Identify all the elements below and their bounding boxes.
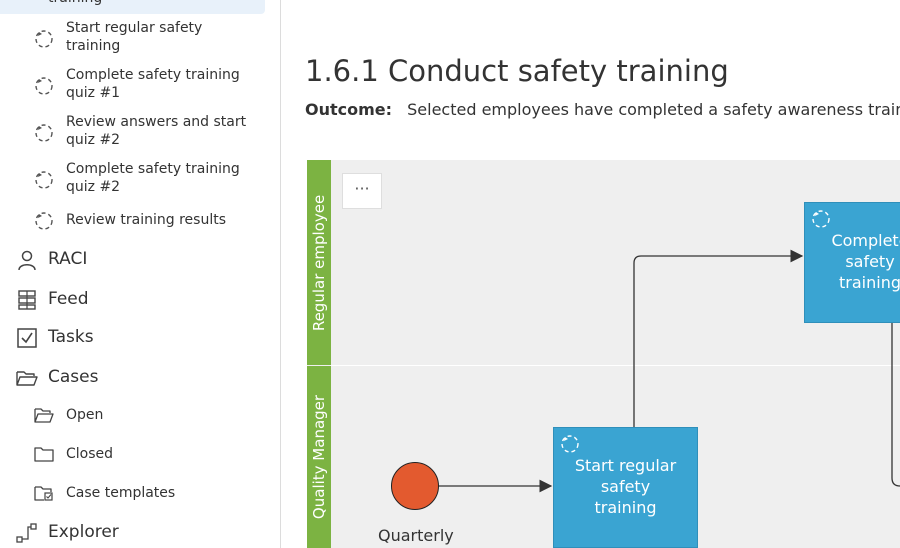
sidebar-item-complete-quiz-1[interactable]: Complete safety training quiz #1 (0, 67, 270, 105)
outcome-label: Outcome: (305, 100, 393, 119)
start-event[interactable] (391, 462, 439, 510)
sidebar: training Start regular safety training C… (0, 0, 281, 548)
sidebar-selected-item[interactable] (0, 0, 265, 14)
sidebar-item-label: Complete safety training quiz #1 (66, 67, 240, 101)
sidebar-item-review-training-results[interactable]: Review training results (0, 211, 270, 233)
sidebar-item-label: Tasks (48, 327, 94, 347)
subprocess-loop-icon (35, 77, 53, 95)
subprocess-loop-icon (561, 435, 579, 453)
task-start-regular-safety-training[interactable]: Start regular safety training (553, 427, 698, 548)
sidebar-item-cases[interactable]: Cases (0, 362, 270, 392)
explorer-icon (16, 523, 37, 543)
folder-icon (34, 447, 54, 462)
outcome-text: Selected employees have completed a safe… (407, 100, 900, 119)
sidebar-item-label: Case templates (66, 485, 176, 501)
flow-task-to-quiz (633, 249, 804, 428)
sidebar-selected-item-label: training (48, 0, 102, 6)
sidebar-item-label: Open (66, 407, 104, 423)
flow-quiz-down (891, 322, 900, 487)
page-title: 1.6.1 Conduct safety training (305, 54, 729, 88)
sidebar-item-cases-open[interactable]: Open (0, 402, 270, 428)
person-icon (18, 250, 36, 271)
sidebar-item-case-templates[interactable]: Case templates (0, 480, 270, 506)
sidebar-item-label: Cases (48, 367, 99, 387)
sidebar-item-label: Feed (48, 289, 89, 309)
sidebar-item-label: RACI (48, 249, 88, 269)
sidebar-item-label: Review training results (66, 212, 226, 228)
sidebar-item-raci[interactable]: RACI (0, 244, 270, 274)
sidebar-item-start-regular-safety-training[interactable]: Start regular safety training (0, 20, 270, 58)
task-label: Complete safety training (831, 231, 900, 292)
start-event-label: Quarterly (378, 526, 454, 545)
case-template-icon (34, 486, 53, 501)
checkbox-icon (17, 328, 37, 348)
subprocess-loop-icon (35, 30, 53, 48)
subprocess-loop-icon (35, 124, 53, 142)
sidebar-item-review-answers[interactable]: Review answers and start quiz #2 (0, 114, 270, 152)
sidebar-item-feed[interactable]: Feed (0, 284, 270, 314)
task-label: Start regular safety training (574, 456, 677, 517)
subprocess-loop-icon (35, 212, 53, 230)
folder-open-icon (16, 371, 38, 386)
sidebar-item-label: Explorer (48, 522, 119, 542)
folder-open-icon (34, 408, 54, 423)
subprocess-loop-icon (35, 171, 53, 189)
sidebar-item-label: Closed (66, 446, 114, 462)
process-diagram[interactable]: Regular employee Quality Manager ··· Sta… (307, 160, 900, 548)
sidebar-item-tasks[interactable]: Tasks (0, 322, 270, 352)
outcome-row: Outcome: Selected employees have complet… (305, 100, 900, 119)
sidebar-item-label: Review answers and start quiz #2 (66, 114, 247, 148)
sidebar-item-explorer[interactable]: Explorer (0, 517, 270, 547)
sidebar-item-label: Complete safety training quiz #2 (66, 161, 240, 195)
task-complete-safety-training-quiz[interactable]: Complete safety training (804, 202, 900, 323)
main-content: 1.6.1 Conduct safety training Outcome: S… (281, 0, 900, 548)
sidebar-item-cases-closed[interactable]: Closed (0, 441, 270, 467)
sidebar-item-complete-quiz-2[interactable]: Complete safety training quiz #2 (0, 161, 270, 199)
subprocess-loop-icon (812, 210, 830, 228)
sidebar-item-label: Start regular safety training (66, 20, 203, 54)
feed-icon (18, 290, 36, 310)
